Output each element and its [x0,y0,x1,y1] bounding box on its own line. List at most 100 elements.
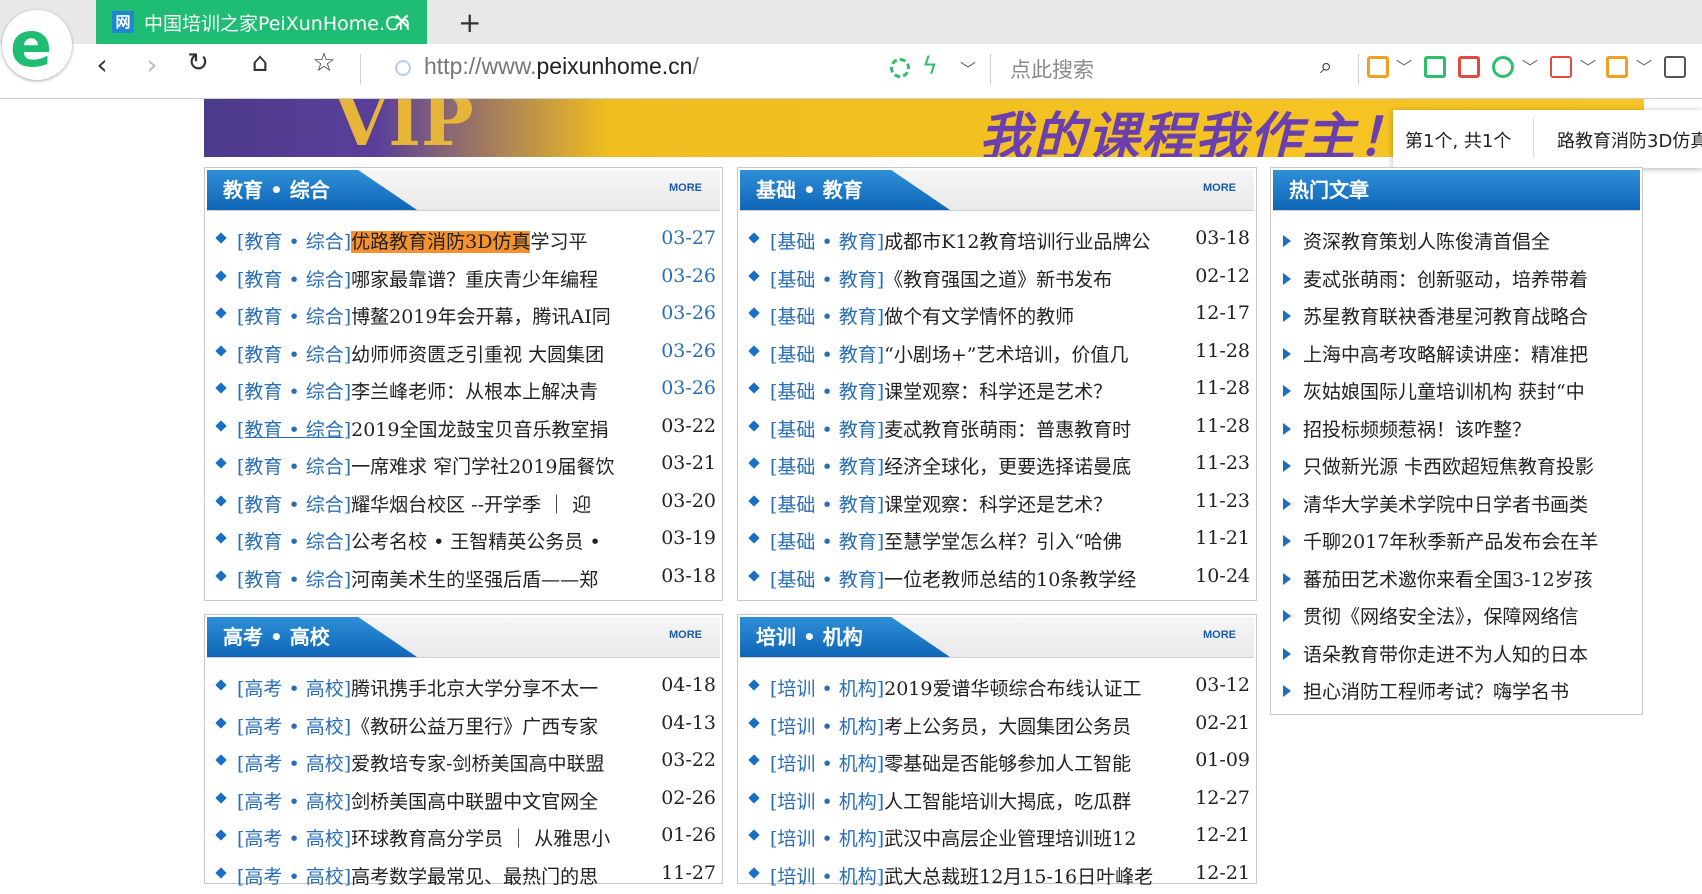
category-link[interactable]: [基础 • 教育] [770,306,884,328]
category-link[interactable]: [教育 • 综合] [237,344,351,366]
refresh-button[interactable]: ↻ [178,48,218,78]
chevron-down-icon[interactable]: ﹀ [1396,54,1412,78]
more-link[interactable]: MORE [1203,182,1236,194]
article-title[interactable]: 经济全球化，更要选择诺曼底 [884,456,1131,478]
category-link[interactable]: [基础 • 教育] [770,269,884,291]
category-link[interactable]: [基础 • 教育] [770,231,884,253]
category-link[interactable]: [教育 • 综合] [237,306,351,328]
article-title[interactable]: 课堂观察：科学还是艺术？ [884,494,1112,516]
list-item[interactable]: [培训 • 机构]武大总裁班12月15-16日叶峰老12-21 [738,857,1256,894]
list-item[interactable]: [教育 • 综合]优路教育消防3D仿真学习平03-27 [205,222,722,260]
bookmark-star-button[interactable]: ☆ [304,48,344,78]
list-item[interactable]: [高考 • 高校]环球教育高分学员 ｜ 从雅思小01-26 [205,819,722,857]
article-title[interactable]: 河南美术生的坚强后盾——郑 [351,569,598,591]
back-button[interactable]: ‹ [82,48,122,81]
category-link[interactable]: [教育 • 综合] [237,531,351,553]
article-title[interactable]: 资深教育策划人陈俊清首倡全 [1303,231,1550,253]
security-icon[interactable] [395,60,411,76]
category-link[interactable]: [高考 • 高校] [237,716,351,738]
article-title[interactable]: 做个有文学情怀的教师 [884,306,1074,328]
article-title[interactable]: 上海中高考攻略解读讲座：精准把 [1303,344,1588,366]
category-link[interactable]: [教育 • 综合] [237,456,351,478]
chevron-down-icon[interactable]: ﹀ [1636,54,1652,78]
list-item[interactable]: [基础 • 教育]课堂观察：科学还是艺术？11-28 [738,372,1256,410]
category-link[interactable]: [培训 • 机构] [770,678,884,700]
article-title[interactable]: 学习平 [530,231,587,253]
list-item[interactable]: [基础 • 教育]麦忒教育张萌雨：普惠教育时11-28 [738,410,1256,448]
translate-icon[interactable] [1550,56,1572,78]
list-item[interactable]: [高考 • 高校]《教研公益万里行》广西专家04-13 [205,707,722,745]
article-title[interactable]: 环球教育高分学员 ｜ 从雅思小 [351,828,610,850]
article-title[interactable]: 2019全国龙鼓宝贝音乐教室捐 [351,419,608,441]
list-item[interactable]: [高考 • 高校]剑桥美国高中联盟中文官网全02-26 [205,782,722,820]
category-link[interactable]: [培训 • 机构] [770,753,884,775]
category-link[interactable]: [教育 • 综合] [237,231,351,253]
list-item[interactable]: [基础 • 教育]“小剧场+”艺术培训，价值几11-28 [738,335,1256,373]
list-item[interactable]: [高考 • 高校]爱教培专家-剑桥美国高中联盟03-22 [205,744,722,782]
search-icon[interactable]: ⌕ [1320,54,1332,79]
tv-icon[interactable] [1458,56,1480,78]
article-title[interactable]: 《教育强国之道》新书发布 [884,269,1112,291]
article-title[interactable]: 2019爱谱华顿综合布线认证工 [884,678,1141,700]
more-link[interactable]: MORE [669,629,702,641]
category-link[interactable]: [高考 • 高校] [237,678,351,700]
article-title[interactable]: 人工智能培训大揭底，吃瓜群 [884,791,1131,813]
list-item[interactable]: [基础 • 教育]一位老教师总结的10条教学经10-24 [738,560,1256,598]
list-item[interactable]: 担心消防工程师考试？嗨学名书 [1271,672,1642,710]
article-title[interactable]: 博鳌2019年会开幕，腾讯AI同 [351,306,611,328]
search-input[interactable]: 点此搜索 [1010,54,1094,84]
article-title[interactable]: 课堂观察：科学还是艺术？ [884,381,1112,403]
category-link[interactable]: [教育 • 综合] [237,569,351,591]
category-link[interactable]: [高考 • 高校] [237,791,351,813]
chevron-down-icon[interactable]: ﹀ [960,56,976,80]
list-item[interactable]: [教育 • 综合]李兰峰老师：从根本上解决青03-26 [205,372,722,410]
category-link[interactable]: [培训 • 机构] [770,716,884,738]
list-item[interactable]: [基础 • 教育]经济全球化，更要选择诺曼底11-23 [738,447,1256,485]
article-title[interactable]: 灰姑娘国际儿童培训机构 获封“中 [1303,381,1585,403]
list-item[interactable]: [教育 • 综合]河南美术生的坚强后盾——郑03-18 [205,560,722,598]
more-link[interactable]: MORE [1203,629,1236,641]
category-link[interactable]: [基础 • 教育] [770,494,884,516]
list-item[interactable]: 清华大学美术学院中日学者书画类 [1271,485,1642,523]
article-title[interactable]: 语朵教育带你走进不为人知的日本 [1303,644,1588,666]
list-item[interactable]: 只做新光源 卡西欧超短焦教育投影 [1271,447,1642,485]
article-title[interactable]: 苏星教育联袂香港星河教育战略合 [1303,306,1588,328]
article-title[interactable]: 一席难求 窄门学社2019届餐饮 [351,456,614,478]
list-item[interactable]: [高考 • 高校]腾讯携手北京大学分享不太一04-18 [205,669,722,707]
browser-tab[interactable]: 网 中国培训之家PeiXunHome.Cn ✕ [96,0,427,44]
list-item[interactable]: [培训 • 机构]考上公务员，大圆集团公务员02-21 [738,707,1256,745]
address-bar[interactable]: http://www.peixunhome.cn/ [424,53,699,80]
more-link[interactable]: MORE [669,182,702,194]
list-item[interactable]: [基础 • 教育]成都市K12教育培训行业品牌公03-18 [738,222,1256,260]
article-title[interactable]: 李兰峰老师：从根本上解决青 [351,381,598,403]
list-item[interactable]: [基础 • 教育]做个有文学情怀的教师12-17 [738,297,1256,335]
screenshot-icon[interactable] [1606,56,1628,78]
list-item[interactable]: [教育 • 综合]一席难求 窄门学社2019届餐饮03-21 [205,447,722,485]
list-item[interactable]: [基础 • 教育]课堂观察：科学还是艺术？11-23 [738,485,1256,523]
category-link[interactable]: [基础 • 教育] [770,531,884,553]
new-tab-button[interactable]: + [458,6,481,39]
article-title[interactable]: 零基础是否能够参加人工智能 [884,753,1131,775]
forward-button[interactable]: › [132,48,172,81]
article-title[interactable]: 公考名校 • 王智精英公务员 • [351,531,601,553]
list-item[interactable]: 上海中高考攻略解读讲座：精准把 [1271,335,1642,373]
article-title[interactable]: 麦忒教育张萌雨：普惠教育时 [884,419,1131,441]
list-item[interactable]: [培训 • 机构]人工智能培训大揭底，吃瓜群12-27 [738,782,1256,820]
article-title[interactable]: 剑桥美国高中联盟中文官网全 [351,791,598,813]
shield-yuan-icon[interactable] [1492,56,1514,78]
lightning-icon[interactable]: ϟ [922,52,938,80]
list-item[interactable]: [基础 • 教育]《教育强国之道》新书发布02-12 [738,260,1256,298]
category-link[interactable]: [教育 • 综合] [237,269,351,291]
list-item[interactable]: [教育 • 综合]公考名校 • 王智精英公务员 •03-19 [205,522,722,560]
article-title[interactable]: 武汉中高层企业管理培训班12 [884,828,1136,850]
article-title[interactable]: 招投标频频惹祸！该咋整？ [1303,419,1531,441]
home-button[interactable]: ⌂ [240,48,280,78]
article-title[interactable]: 腾讯携手北京大学分享不太一 [351,678,598,700]
article-title[interactable]: 至慧学堂怎么样？引入“哈佛 [884,531,1122,553]
list-item[interactable]: 贯彻《网络安全法》，保障网络信 [1271,597,1642,635]
list-item[interactable]: 蕃茄田艺术邀你来看全国3-12岁孩 [1271,560,1642,598]
list-item[interactable]: 苏星教育联袂香港星河教育战略合 [1271,297,1642,335]
speed-mode-icon[interactable] [890,58,910,78]
list-item[interactable]: [教育 • 综合]幼师师资匮乏引重视 大圆集团03-26 [205,335,722,373]
list-item[interactable]: [培训 • 机构]武汉中高层企业管理培训班1212-21 [738,819,1256,857]
